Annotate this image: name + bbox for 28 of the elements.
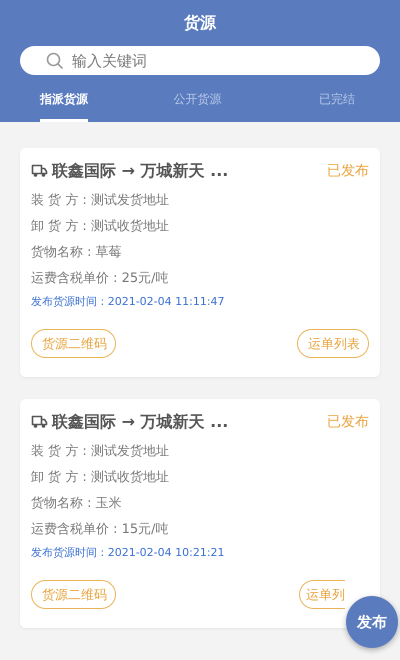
search-input[interactable]: 输入关键词 — [70, 50, 380, 70]
info-line: 运费含税单价 : 15元/吨 — [31, 521, 170, 539]
search-field[interactable]: 输入关键词 — [20, 46, 380, 75]
outline-button[interactable]: 货源二维码 — [31, 329, 116, 358]
tab[interactable]: 公开货源 — [174, 85, 222, 122]
outline-button[interactable]: 运单列 — [299, 580, 345, 609]
search-icon — [46, 52, 64, 70]
info-line: 卸 货 方 : 测试收货地址 — [31, 469, 170, 487]
truck-icon — [31, 415, 48, 429]
info-line: 货物名称 : 草莓 — [31, 244, 123, 262]
info-line: 卸 货 方 : 测试收货地址 — [31, 218, 170, 236]
route-title: 联鑫国际 → 万城新天 ... — [52, 412, 230, 432]
tab[interactable]: 指派货源 — [40, 85, 88, 122]
info-line: 货物名称 : 玉米 — [31, 495, 123, 513]
status-label: 已发布 — [327, 413, 369, 431]
outline-button[interactable]: 运单列表 — [297, 329, 369, 358]
tab[interactable]: 已完结 — [319, 85, 355, 122]
status-label: 已发布 — [327, 162, 369, 180]
truck-icon — [31, 164, 48, 178]
info-line: 装 货 方 : 测试发货地址 — [31, 443, 170, 461]
outline-button[interactable]: 货源二维码 — [31, 580, 116, 609]
route-title: 联鑫国际 → 万城新天 ... — [52, 160, 230, 182]
page-title: 货源 — [183, 12, 218, 34]
info-line: 装 货 方 : 测试发货地址 — [31, 192, 170, 210]
floating-publish-button[interactable]: 发布 — [346, 596, 398, 648]
info-line: 运费含税单价 : 25元/吨 — [31, 270, 170, 288]
publish-time: 发布货源时间 : 2021-02-04 11:11:47 — [31, 294, 226, 310]
publish-time: 发布货源时间 : 2021-02-04 10:21:21 — [31, 545, 226, 561]
